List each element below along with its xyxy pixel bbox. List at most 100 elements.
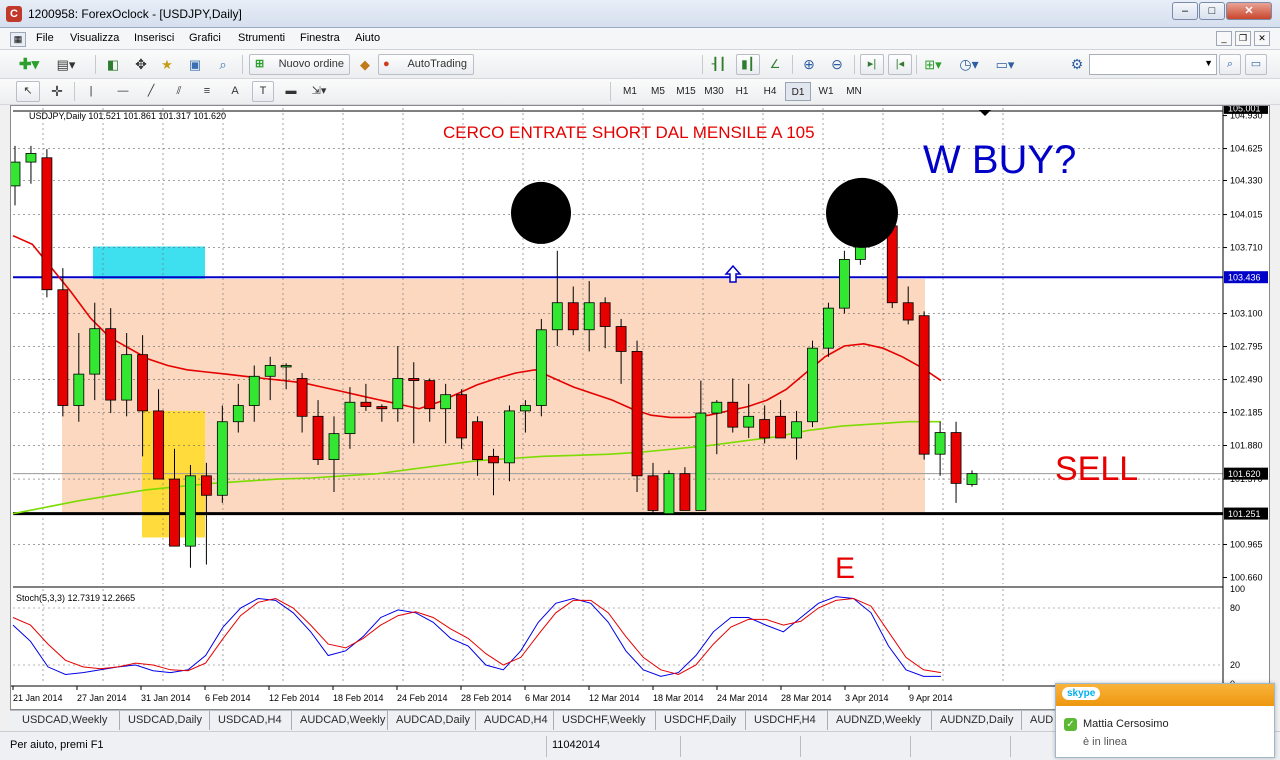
arrows-tool-icon[interactable]: ⇲▾ — [308, 81, 330, 102]
market-watch-icon[interactable]: ◧ — [102, 54, 124, 75]
line-chart-icon[interactable]: ∠ — [764, 54, 786, 75]
candlestick-chart-icon[interactable]: ▮┃ — [736, 54, 760, 75]
skype-header: skype — [1056, 684, 1274, 706]
autotrading-button[interactable]: ● AutoTrading — [378, 54, 474, 75]
terminal-window: C 1200958: ForexOclock - [USDJPY,Daily] … — [0, 0, 1280, 760]
timeframe-m5[interactable]: M5 — [645, 82, 671, 101]
mdi-close-button[interactable]: ✕ — [1254, 31, 1270, 46]
timeframe-m1[interactable]: M1 — [617, 82, 643, 101]
chart-tab[interactable]: USDCHF,Daily — [656, 711, 746, 730]
minimize-button[interactable]: – — [1172, 2, 1198, 20]
navigator-icon[interactable]: ★ — [156, 54, 178, 75]
chat-icon[interactable]: ▭ — [1245, 54, 1267, 75]
menu-inserisci[interactable]: Inserisci — [134, 32, 174, 44]
expert-advisors-icon[interactable]: ◆ — [354, 54, 376, 75]
candle-body — [519, 405, 531, 412]
new-order-icon: ⊞ — [255, 58, 265, 70]
candle-body — [551, 302, 563, 331]
terminal-icon[interactable]: ▣ — [184, 54, 206, 75]
timeframe-h4[interactable]: H4 — [757, 82, 783, 101]
channel-tool-icon[interactable]: ⫽ — [168, 81, 190, 102]
candle-body — [599, 302, 611, 327]
maximize-button[interactable]: □ — [1199, 2, 1225, 20]
timeframe-m30[interactable]: M30 — [701, 82, 727, 101]
mdi-minimize-button[interactable]: _ — [1216, 31, 1232, 46]
chart-tab[interactable]: USDCHF,H4 — [746, 711, 828, 730]
trendline-tool-icon[interactable]: ╱ — [140, 81, 162, 102]
chart-canvas[interactable]: 104.930104.625104.330104.015103.710103.1… — [9, 101, 1269, 709]
timeframe-mn[interactable]: MN — [841, 82, 867, 101]
chart-tab[interactable]: USDCAD,H4 — [210, 711, 292, 730]
stochastic-label: Stoch(5,3,3) 12.7319 12.2665 — [16, 593, 135, 603]
indicators-icon[interactable]: ⊞▾ — [922, 54, 944, 75]
main-toolbar: ✚▾ ▤▾ ◧ ✥ ★ ▣ ⌕ ⊞ Nuovo ordine ◆ ● AutoT… — [0, 50, 1280, 79]
candle-body — [456, 394, 468, 439]
new-chart-icon[interactable]: ✚▾ — [18, 54, 40, 75]
menu-file[interactable]: File — [36, 32, 54, 44]
text-label-tool-icon[interactable]: T — [252, 81, 274, 102]
menu-visualizza[interactable]: Visualizza — [70, 32, 119, 44]
chart-tab[interactable]: USDCHF,Weekly — [554, 711, 656, 730]
chart-tab[interactable]: AUDCAD,H4 — [476, 711, 554, 730]
menu-finestra[interactable]: Finestra — [300, 32, 340, 44]
price-tick-label: 102.185 — [1230, 408, 1263, 418]
horizontal-line-tool-icon[interactable]: — — [112, 81, 134, 102]
candle-body — [886, 225, 898, 304]
cursor-tool-icon[interactable]: ↖ — [16, 81, 40, 102]
stoch-line — [12, 597, 942, 676]
timeframe-w1[interactable]: W1 — [813, 82, 839, 101]
status-profile: 11042014 — [552, 739, 601, 751]
candle-body — [264, 365, 276, 377]
candle-body — [902, 302, 914, 321]
vertical-line-tool-icon[interactable]: | — [80, 81, 102, 102]
date-tick-label: 21 Jan 2014 — [13, 693, 63, 703]
skype-notification[interactable]: skype ✓ Mattia Cersosimo è in linea — [1055, 683, 1275, 758]
crosshair-tool-icon[interactable]: ✛ — [46, 81, 68, 102]
fibonacci-tool-icon[interactable]: ≡ — [196, 81, 218, 102]
settings-gear-icon[interactable]: ⚙ — [1066, 54, 1088, 75]
autoscroll-icon[interactable]: ▸| — [860, 54, 884, 75]
candle-body — [934, 432, 946, 455]
rectangle-tool-icon[interactable]: ▬ — [280, 81, 302, 102]
data-window-icon[interactable]: ✥ — [130, 54, 152, 75]
candle-body — [312, 415, 324, 460]
close-button[interactable]: ✕ — [1226, 2, 1272, 20]
candle-body — [408, 378, 420, 382]
candle-body — [727, 401, 739, 428]
chart-shift-icon[interactable]: |◂ — [888, 54, 912, 75]
profiles-icon[interactable]: ▤▾ — [55, 54, 77, 75]
date-tick-label: 18 Feb 2014 — [333, 693, 384, 703]
timeframe-m15[interactable]: M15 — [673, 82, 699, 101]
periods-icon[interactable]: ◷▾ — [958, 54, 980, 75]
candle-body — [89, 328, 101, 375]
chart-window[interactable]: 104.930 104.625 104.330 104.015 103.710 103.1… — [9, 101, 1270, 710]
templates-icon[interactable]: ▭▾ — [994, 54, 1016, 75]
symbol-info-line: USDJPY,Daily 101.521 101.861 101.317 101… — [29, 111, 226, 121]
strategy-tester-icon[interactable]: ⌕ — [212, 54, 234, 75]
candle-body — [392, 378, 404, 410]
bar-chart-icon[interactable]: ┨┃ — [708, 54, 730, 75]
menu-strumenti[interactable]: Strumenti — [238, 32, 285, 44]
search-icon[interactable]: ⌕ — [1219, 54, 1241, 75]
chart-tab[interactable]: AUDCAD,Weekly — [292, 711, 388, 730]
zoom-out-icon[interactable]: ⊖ — [826, 54, 848, 75]
search-input[interactable]: ▼ — [1089, 54, 1217, 75]
timeframe-h1[interactable]: H1 — [729, 82, 755, 101]
timeframe-d1[interactable]: D1 — [785, 82, 811, 101]
chart-tab[interactable]: AUDNZD,Daily — [932, 711, 1022, 730]
menu-aiuto[interactable]: Aiuto — [355, 32, 380, 44]
chart-window-icon[interactable]: ▦ — [10, 32, 26, 47]
app-logo-icon: C — [6, 6, 22, 22]
zoom-in-icon[interactable]: ⊕ — [798, 54, 820, 75]
text-tool-icon[interactable]: A — [224, 81, 246, 102]
menu-grafici[interactable]: Grafici — [189, 32, 221, 44]
chart-tab[interactable]: AUDNZD,Weekly — [828, 711, 932, 730]
mdi-restore-button[interactable]: ❐ — [1235, 31, 1251, 46]
chart-tab[interactable]: USDCAD,Weekly — [14, 711, 120, 730]
chart-tab[interactable]: USDCAD,Daily — [120, 711, 210, 730]
candle-body — [9, 161, 21, 187]
new-order-button[interactable]: ⊞ Nuovo ordine — [249, 54, 350, 75]
search-dropdown-icon[interactable]: ▼ — [1204, 58, 1213, 68]
candle-body — [791, 421, 802, 439]
chart-tab[interactable]: AUDCAD,Daily — [388, 711, 476, 730]
